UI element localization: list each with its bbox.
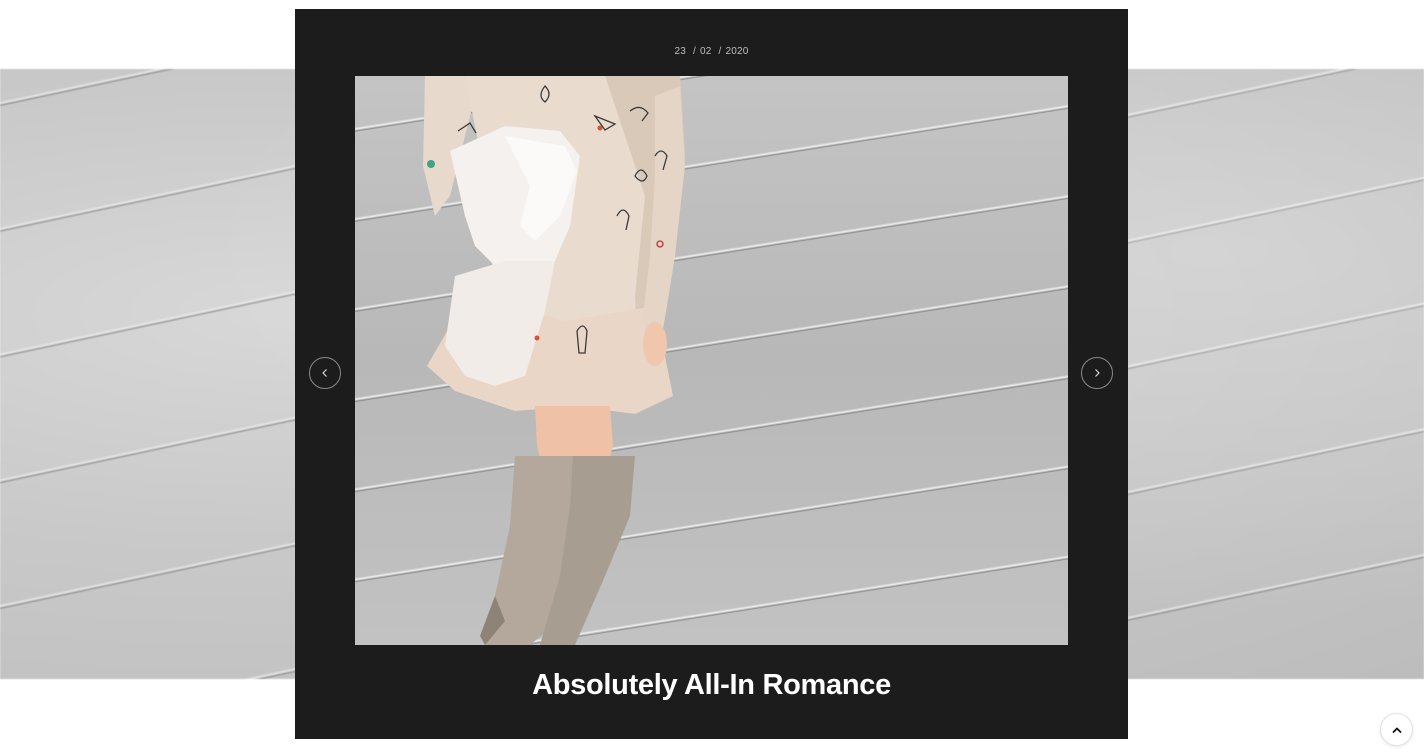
chevron-up-icon xyxy=(1392,727,1401,733)
post-featured-image[interactable] xyxy=(355,76,1068,645)
date-day: 23 xyxy=(674,46,686,57)
date-separator: / xyxy=(692,46,696,57)
date-month: 02 xyxy=(699,46,712,57)
date-year: 2020 xyxy=(725,46,749,57)
gallery-next-button[interactable] xyxy=(1081,357,1113,389)
post-date: 23 /02 /2020 xyxy=(295,46,1128,57)
chevron-right-icon xyxy=(1095,369,1100,377)
scroll-to-top-button[interactable] xyxy=(1381,714,1412,745)
date-separator: / xyxy=(718,46,722,57)
post-card: 23 /02 /2020 Absolutely All-In Romance xyxy=(295,9,1128,739)
fashion-photo-illustration xyxy=(423,76,685,645)
chevron-left-icon xyxy=(322,369,327,377)
post-title[interactable]: Absolutely All-In Romance xyxy=(295,669,1128,702)
page: 23 /02 /2020 Absolutely All-In Romance xyxy=(0,0,1424,753)
gallery-prev-button[interactable] xyxy=(309,357,341,389)
